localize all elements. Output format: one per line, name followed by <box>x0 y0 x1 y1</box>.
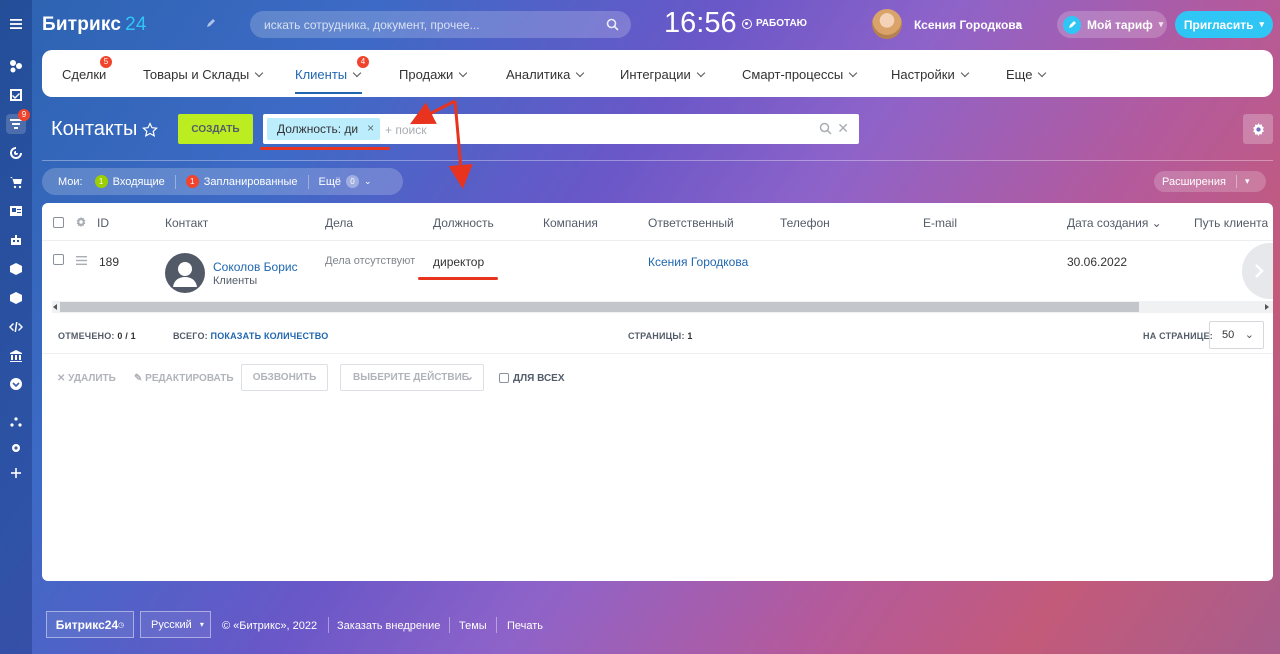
footer-clock-icon: ◷ <box>118 621 125 629</box>
caret-down-icon: ▾ <box>199 620 204 629</box>
order-link[interactable]: Заказать внедрение <box>337 620 440 632</box>
annotation-arrows <box>409 99 473 189</box>
print-link[interactable]: Печать <box>507 620 543 632</box>
copyright: © «Битрикс», 2022 <box>222 620 318 632</box>
divider <box>328 617 329 633</box>
footer-logo[interactable]: Битрикс24 ◷ <box>46 611 134 638</box>
themes-link[interactable]: Темы <box>459 620 487 632</box>
divider <box>449 617 450 633</box>
language-select[interactable]: Русский ▾ <box>140 611 211 638</box>
language-value: Русский <box>151 618 192 631</box>
divider <box>496 617 497 633</box>
footer-logo-text: Битрикс24 <box>55 617 119 632</box>
arrow-to-grid <box>448 100 473 189</box>
arrow-to-filter <box>409 99 456 125</box>
